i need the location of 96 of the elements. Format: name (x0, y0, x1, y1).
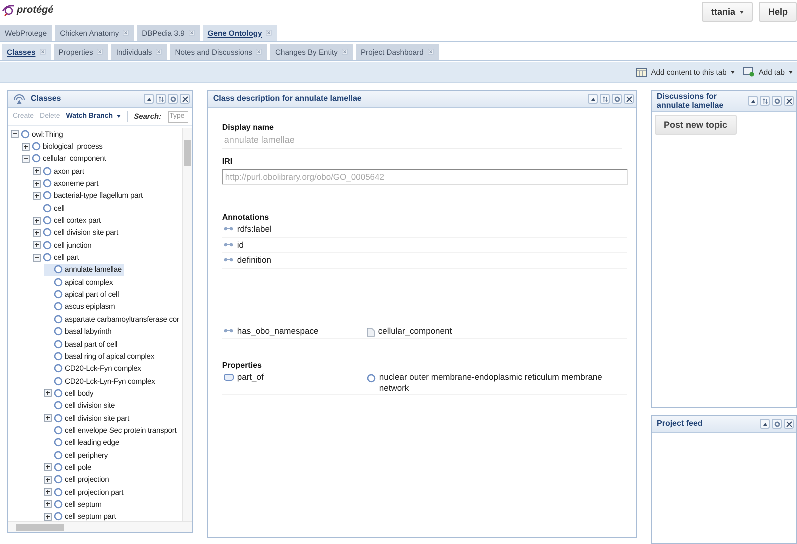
post-new-topic-button[interactable]: Post new topic (655, 115, 737, 136)
caret-icon (789, 70, 793, 74)
add-tab-icon (742, 67, 754, 77)
class-circle-icon (54, 401, 63, 410)
section-heading: Annotations (222, 213, 270, 222)
class-circle-icon (43, 253, 52, 262)
property-value: nuclear outer membrane-endoplasmic reticulum membrane network (379, 372, 604, 394)
horizontal-scrollbar[interactable] (8, 521, 192, 532)
class-circle-icon (54, 376, 63, 386)
class-circle-icon (54, 364, 63, 374)
annotation-property-icon (224, 242, 234, 248)
radar-icon (14, 94, 25, 104)
expand-toggle-icon[interactable] (33, 192, 41, 200)
field-label: IRI (222, 157, 234, 166)
settings-icon[interactable] (612, 94, 622, 104)
object-property-icon (224, 374, 234, 381)
class-circle-icon (54, 450, 63, 460)
panel-title: Classes (31, 94, 62, 104)
class-circle-icon (54, 488, 63, 497)
class-circle-icon (54, 388, 63, 398)
panel-title: Class description for annulate lamellae (213, 94, 363, 104)
class-circle-icon (54, 302, 63, 312)
grid-icon (636, 68, 648, 76)
close-icon[interactable] (784, 96, 794, 106)
expand-toggle-icon[interactable] (33, 228, 41, 237)
class-circle-icon (43, 179, 52, 188)
class-circle-icon (32, 154, 41, 164)
class-circle-icon (43, 216, 52, 226)
class-circle-icon (43, 228, 52, 238)
settings-icon[interactable] (168, 94, 178, 104)
logo-icon (2, 5, 14, 16)
settings-icon[interactable] (772, 419, 782, 429)
expand-toggle-icon[interactable] (44, 500, 52, 508)
expand-toggle-icon[interactable] (33, 216, 41, 225)
annotation-property-icon (224, 226, 234, 232)
settings-icon[interactable] (772, 96, 782, 106)
expand-toggle-icon[interactable] (44, 389, 52, 398)
annotation-property: id (237, 240, 244, 250)
class-circle-icon (54, 512, 63, 521)
field-label: Display name (222, 123, 275, 132)
expand-toggle-icon[interactable] (44, 414, 52, 422)
collapse-toggle-icon[interactable] (11, 130, 19, 138)
expand-toggle-icon[interactable] (44, 512, 52, 521)
class-circle-icon (54, 265, 63, 274)
property-name: part_of (237, 372, 264, 382)
swap-arrows-icon[interactable] (760, 96, 770, 106)
collapse-toggle-icon[interactable] (33, 254, 41, 262)
panel-title: Discussions for annulate lamellae (657, 92, 725, 110)
class-circle-icon (32, 142, 41, 152)
class-circle-icon (54, 352, 63, 361)
user-menu-button[interactable]: ttania (702, 2, 754, 22)
annotation-property-icon (224, 257, 234, 263)
annotation-property-icon (224, 328, 234, 334)
collapse-toggle-icon[interactable] (22, 154, 30, 163)
annotation-value: cellular_component (378, 326, 452, 336)
expand-toggle-icon[interactable] (44, 476, 52, 484)
class-circle-icon (54, 500, 63, 509)
class-circle-icon (54, 462, 63, 472)
class-circle-icon (54, 438, 63, 448)
class-circle-icon (43, 204, 52, 213)
expand-toggle-icon[interactable] (33, 167, 41, 176)
expand-toggle-icon[interactable] (22, 142, 30, 151)
expand-toggle-icon[interactable] (33, 241, 41, 250)
section-heading: Properties (222, 361, 263, 370)
class-circle-icon (43, 166, 52, 176)
swap-arrows-icon[interactable] (156, 94, 166, 104)
class-circle-icon (54, 426, 63, 435)
swap-arrows-icon[interactable] (600, 94, 610, 104)
class-circle-icon (21, 130, 30, 139)
caret-icon (730, 70, 735, 74)
caret-icon (117, 115, 122, 118)
expand-toggle-icon[interactable] (44, 488, 52, 496)
class-circle-icon (54, 327, 63, 336)
annotation-property: rdfs:label (237, 224, 272, 234)
class-circle-icon (54, 278, 63, 287)
vertical-scrollbar[interactable] (182, 128, 192, 521)
expand-toggle-icon[interactable] (44, 463, 52, 472)
caret-icon (740, 10, 744, 14)
class-circle-icon (54, 290, 63, 300)
document-icon (367, 328, 376, 336)
annotation-property: definition (237, 255, 272, 265)
class-circle-icon (54, 340, 63, 349)
class-circle-icon (43, 240, 52, 250)
expand-toggle-icon[interactable] (33, 180, 41, 188)
class-circle-icon (367, 374, 376, 383)
close-icon[interactable] (784, 419, 794, 429)
close-icon[interactable] (180, 94, 190, 104)
class-circle-icon (54, 475, 63, 484)
panel-title: Project feed (657, 419, 704, 429)
app-logo-text: protégé (17, 4, 54, 16)
class-circle-icon (43, 191, 52, 200)
class-circle-icon (54, 314, 63, 324)
close-icon[interactable] (624, 94, 634, 104)
class-circle-icon (54, 414, 63, 423)
annotation-property: has_obo_namespace (237, 326, 319, 336)
help-button[interactable]: Help (759, 2, 797, 22)
